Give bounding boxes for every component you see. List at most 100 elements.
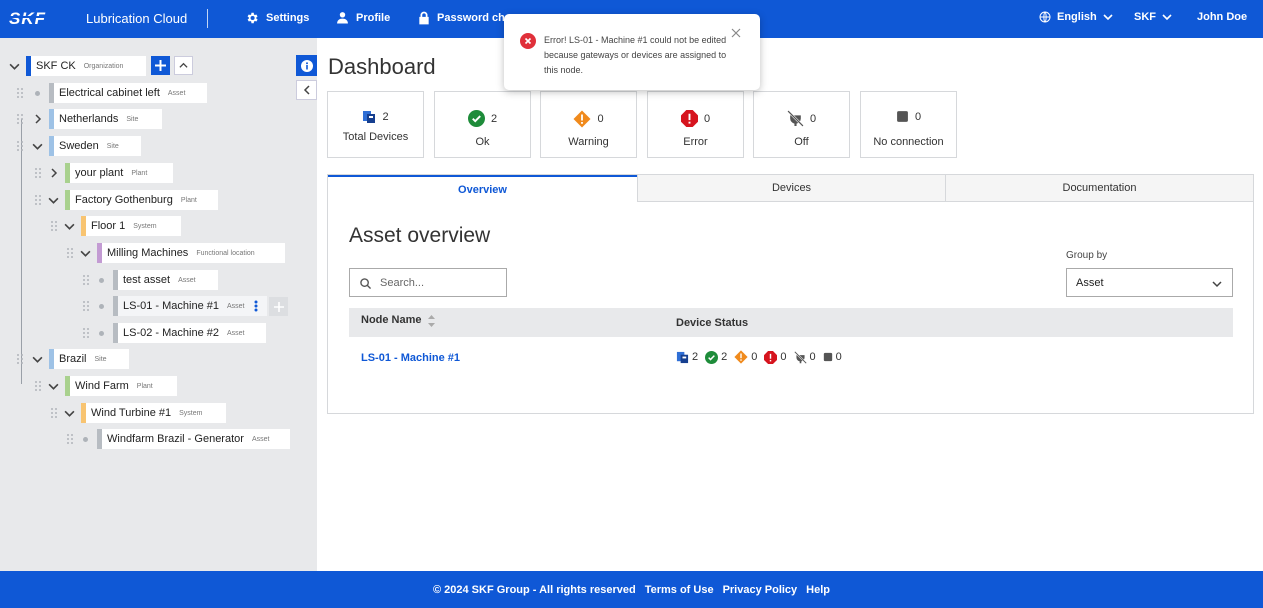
help-link[interactable]: Help — [806, 584, 830, 596]
tree-node-type: Asset — [178, 276, 196, 284]
language-select[interactable]: English — [1039, 11, 1113, 23]
nav-password[interactable]: Password cha — [418, 11, 511, 25]
close-icon[interactable] — [731, 28, 741, 38]
drag-handle-icon[interactable] — [51, 221, 57, 231]
status-card-no-connection[interactable]: 0 No connection — [860, 91, 957, 158]
chevron-down-icon[interactable] — [9, 61, 20, 72]
tree-node-label: Netherlands — [59, 113, 119, 125]
info-button[interactable] — [296, 55, 317, 76]
tree-node-brazil[interactable]: Brazil Site — [49, 349, 129, 369]
chevron-right-icon[interactable] — [49, 168, 59, 178]
drag-handle-icon[interactable] — [17, 354, 23, 364]
tree-node-label: SKF CK — [36, 60, 76, 72]
tree-node-milling-machines[interactable]: Milling Machines Functional location — [97, 243, 285, 263]
card-value: 0 — [597, 113, 604, 125]
device-status-row: 2 2 0 0 0 0 — [676, 350, 845, 364]
tree-node-sweden[interactable]: Sweden Site — [49, 136, 141, 156]
status-card-warning[interactable]: 0 Warning — [540, 91, 637, 158]
nav-profile[interactable]: Profile — [336, 11, 390, 24]
chevron-down-icon[interactable] — [80, 248, 91, 259]
column-header-node-name[interactable]: Node Name — [361, 314, 422, 326]
chevron-down-icon — [1103, 14, 1113, 21]
card-label: Ok — [475, 136, 490, 148]
terms-link[interactable]: Terms of Use — [645, 584, 714, 596]
group-by-value: Asset — [1076, 277, 1104, 289]
chevron-right-icon[interactable] — [33, 114, 43, 124]
tree-node-windfarm-brazil-generator[interactable]: Windfarm Brazil - Generator Asset — [97, 429, 290, 449]
tree-node-ls-02-machine-2[interactable]: LS-02 - Machine #2 Asset — [113, 323, 266, 343]
table-row-link[interactable]: LS-01 - Machine #1 — [361, 352, 460, 364]
drag-handle-icon[interactable] — [17, 141, 23, 151]
drag-handle-icon[interactable] — [67, 248, 73, 258]
chevron-down-icon[interactable] — [64, 408, 75, 419]
section-title: Asset overview — [349, 224, 491, 247]
lock-icon — [419, 11, 429, 25]
drag-handle-icon[interactable] — [17, 88, 23, 98]
app-title: Lubrication Cloud — [86, 11, 188, 26]
drag-handle-icon[interactable] — [83, 301, 89, 311]
tab-devices[interactable]: Devices — [637, 175, 945, 202]
add-child-button[interactable] — [269, 297, 288, 316]
sort-icon[interactable] — [428, 315, 435, 327]
tree-node-wind-farm[interactable]: Wind Farm Plant — [65, 376, 177, 396]
org-select[interactable]: SKF — [1134, 11, 1172, 23]
tree-node-wind-turbine-1[interactable]: Wind Turbine #1 System — [81, 403, 226, 423]
tree-node-your-plant[interactable]: your plant Plant — [65, 163, 173, 183]
tree-guide-line — [21, 119, 22, 384]
node-color-bar — [97, 243, 102, 263]
tree-node-type: System — [179, 409, 203, 417]
tab-overview[interactable]: Overview — [328, 175, 637, 202]
collapse-sidebar-button[interactable] — [296, 80, 317, 100]
tree-node-floor-1[interactable]: Floor 1 System — [81, 216, 181, 236]
add-node-button[interactable] — [151, 56, 170, 75]
tree-node-test-asset[interactable]: test asset Asset — [113, 270, 218, 290]
drag-handle-icon[interactable] — [35, 168, 41, 178]
drag-handle-icon[interactable] — [35, 381, 41, 391]
no-connection-icon — [823, 352, 832, 362]
tree-node-skf-ck[interactable]: SKF CK Organization — [26, 56, 146, 76]
search-input[interactable]: Search... — [349, 268, 507, 297]
no-connection-icon — [897, 111, 908, 122]
chevron-down-icon[interactable] — [32, 354, 43, 365]
plus-icon — [273, 301, 284, 312]
card-label: No connection — [873, 136, 944, 148]
node-color-bar — [26, 56, 31, 76]
chevron-down-icon[interactable] — [64, 221, 75, 232]
leaf-dot-icon — [83, 437, 88, 442]
tree-node-label: Wind Farm — [75, 380, 129, 392]
tree-node-type: Plant — [136, 382, 153, 390]
tree-node-electrical-cabinet-left[interactable]: Electrical cabinet left Asset — [49, 83, 207, 103]
skf-logo[interactable]: SKF — [9, 10, 75, 26]
nav-settings[interactable]: Settings — [245, 11, 309, 25]
card-label: Total Devices — [342, 131, 409, 143]
drag-handle-icon[interactable] — [83, 275, 89, 285]
card-label: Warning — [568, 136, 609, 148]
group-by-select[interactable]: Asset — [1066, 268, 1233, 297]
drag-handle-icon[interactable] — [51, 408, 57, 418]
tree-node-ls-01-machine-1[interactable]: LS-01 - Machine #1 Asset — [113, 296, 267, 316]
tree-node-factory-gothenburg[interactable]: Factory Gothenburg Plant — [65, 190, 218, 210]
drag-handle-icon[interactable] — [83, 328, 89, 338]
chevron-down-icon[interactable] — [32, 141, 43, 152]
drag-handle-icon[interactable] — [67, 434, 73, 444]
status-card-error[interactable]: 0 Error — [647, 91, 744, 158]
chevron-down-icon[interactable] — [48, 195, 59, 206]
asset-tree-sidebar: SKF CK Organization Electrical cabinet l… — [0, 38, 317, 571]
status-card-total[interactable]: 2 Total Devices — [327, 91, 424, 158]
user-menu[interactable]: John Doe — [1197, 11, 1247, 23]
tree-node-label: your plant — [75, 167, 124, 179]
tab-documentation[interactable]: Documentation — [945, 175, 1253, 202]
drag-handle-icon[interactable] — [17, 114, 23, 124]
privacy-link[interactable]: Privacy Policy — [723, 584, 798, 596]
chevron-down-icon[interactable] — [48, 381, 59, 392]
tree-node-type: Asset — [167, 89, 186, 97]
status-card-ok[interactable]: 2 Ok — [434, 91, 531, 158]
warning-icon — [734, 350, 748, 364]
drag-handle-icon[interactable] — [35, 195, 41, 205]
collapse-node-button[interactable] — [174, 56, 193, 75]
tree-node-netherlands[interactable]: Netherlands Site — [49, 109, 162, 129]
table-header: Node Name Device Status — [349, 308, 1233, 337]
status-card-off[interactable]: 0 Off — [753, 91, 850, 158]
more-vertical-icon[interactable] — [254, 300, 258, 312]
chevron-left-icon — [303, 85, 310, 95]
